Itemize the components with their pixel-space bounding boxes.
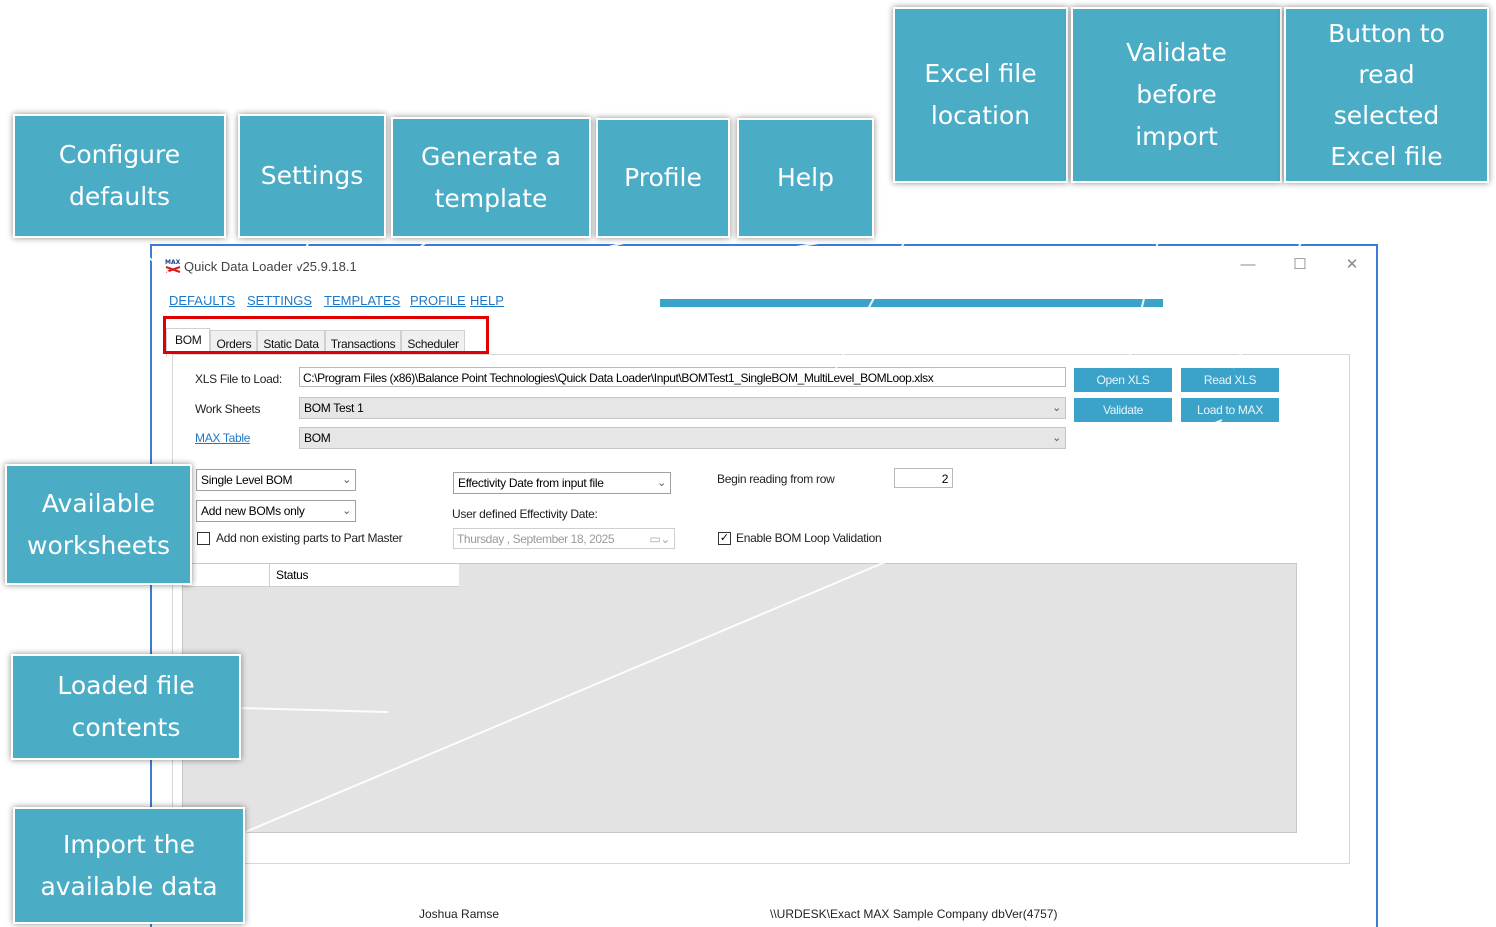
callout-generate-template: Generate a template (391, 117, 591, 238)
callout-validate-before-import: Validate before import (1071, 7, 1282, 183)
callout-available-worksheets: Available worksheets (5, 464, 192, 585)
callout-help: Help (737, 118, 874, 238)
callout-settings: Settings (238, 114, 386, 238)
callout-excel-location: Excel file location (893, 7, 1068, 183)
callout-profile: Profile (596, 118, 730, 238)
callout-configure-defaults: Configure defaults (13, 114, 226, 238)
callout-read-button: Button to read selected Excel file (1284, 7, 1489, 183)
callout-loaded-contents: Loaded file contents (11, 654, 241, 760)
callout-import-data: Import the available data (13, 807, 245, 924)
